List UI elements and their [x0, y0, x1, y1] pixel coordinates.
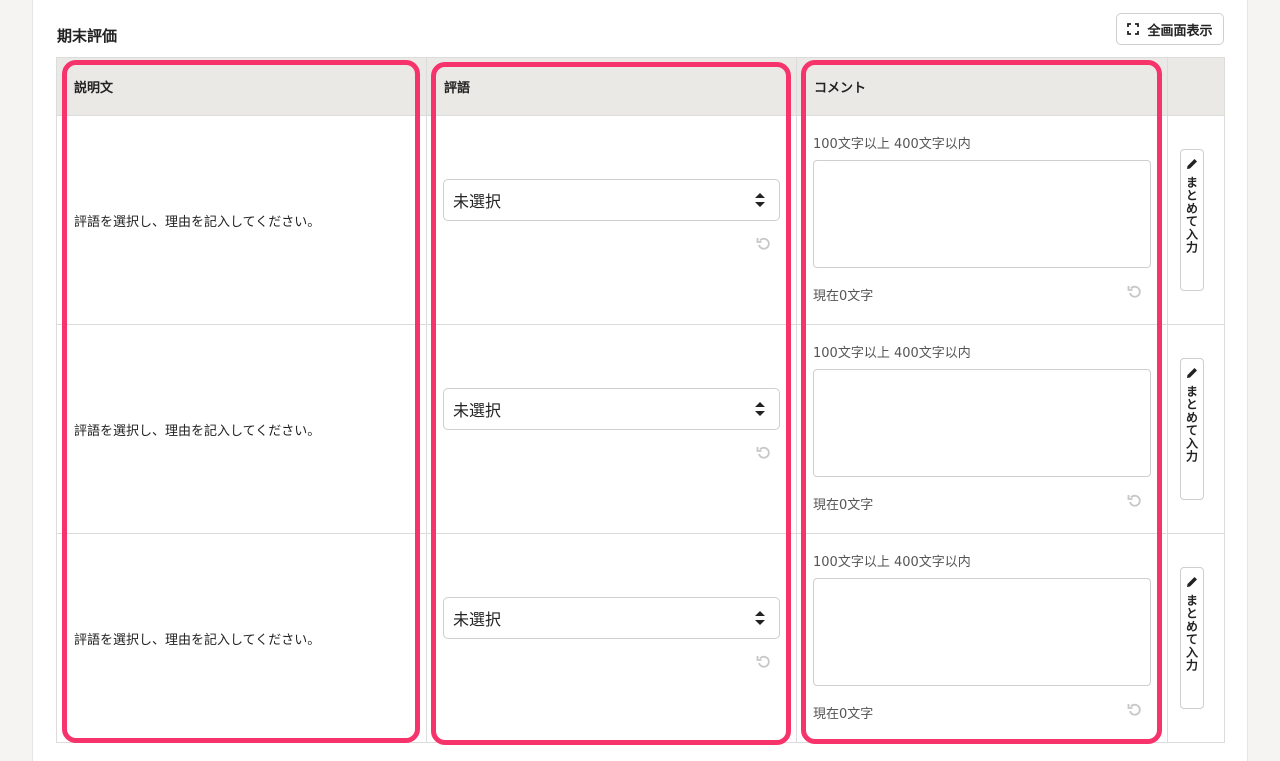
comment-count-text: 現在0文字: [813, 707, 874, 722]
header-action: [1167, 57, 1225, 116]
description-text: 評語を選択し、理由を記入してください。: [74, 214, 321, 230]
sort-arrows-icon: [755, 193, 765, 207]
description-text: 評語を選択し、理由を記入してください。: [74, 423, 321, 439]
grade-select[interactable]: 未選択: [443, 388, 780, 430]
table-header-row: 説明文 評語 コメント: [56, 57, 1225, 116]
comment-cell: 100文字以上 400文字以内 現在0文字: [796, 533, 1168, 743]
table-row: 評語を選択し、理由を記入してください。 未選択 100文字以上 400文字以内 …: [56, 115, 1225, 325]
comment-textarea[interactable]: [813, 160, 1151, 268]
header-description: 説明文: [56, 57, 427, 116]
comment-limit-text: 100文字以上 400文字以内: [813, 555, 971, 570]
section-title: 期末評価: [57, 27, 118, 45]
header-comment: コメント: [796, 57, 1168, 116]
grade-cell: 未選択: [426, 533, 797, 743]
description-cell: 評語を選択し、理由を記入してください。: [56, 324, 427, 534]
undo-icon[interactable]: [756, 236, 772, 252]
comment-textarea[interactable]: [813, 369, 1151, 477]
comment-textarea[interactable]: [813, 578, 1151, 686]
comment-cell: 100文字以上 400文字以内 現在0文字: [796, 324, 1168, 534]
undo-icon[interactable]: [756, 654, 772, 670]
description-cell: 評語を選択し、理由を記入してください。: [56, 115, 427, 325]
grade-select-value: 未選択: [453, 610, 502, 629]
comment-count-text: 現在0文字: [813, 289, 874, 304]
comment-cell: 100文字以上 400文字以内 現在0文字: [796, 115, 1168, 325]
description-cell: 評語を選択し、理由を記入してください。: [56, 533, 427, 743]
bulk-input-button[interactable]: まとめて入力: [1180, 358, 1204, 500]
comment-limit-text: 100文字以上 400文字以内: [813, 346, 971, 361]
comment-limit-text: 100文字以上 400文字以内: [813, 137, 971, 152]
grade-cell: 未選択: [426, 324, 797, 534]
bulk-input-button[interactable]: まとめて入力: [1180, 567, 1204, 709]
undo-icon[interactable]: [1127, 284, 1143, 300]
bulk-input-button[interactable]: まとめて入力: [1180, 149, 1204, 291]
bulk-input-label: まとめて入力: [1184, 385, 1199, 463]
header-grade: 評語: [426, 57, 797, 116]
description-text: 評語を選択し、理由を記入してください。: [74, 632, 321, 648]
action-cell: まとめて入力: [1167, 324, 1225, 534]
sort-arrows-icon: [755, 402, 765, 416]
action-cell: まとめて入力: [1167, 533, 1225, 743]
undo-icon[interactable]: [756, 445, 772, 461]
grade-select-value: 未選択: [453, 192, 502, 211]
fullscreen-label: 全画面表示: [1147, 23, 1213, 39]
table-row: 評語を選択し、理由を記入してください。 未選択 100文字以上 400文字以内 …: [56, 533, 1225, 743]
grade-select[interactable]: 未選択: [443, 179, 780, 221]
bulk-input-label: まとめて入力: [1184, 176, 1199, 254]
evaluation-table: 説明文 評語 コメント 評語を選択し、理由を記入してください。 未選択 100文…: [56, 57, 1225, 743]
grade-cell: 未選択: [426, 115, 797, 325]
grade-select-value: 未選択: [453, 401, 502, 420]
comment-count-text: 現在0文字: [813, 498, 874, 513]
pencil-icon: [1187, 159, 1197, 169]
pencil-icon: [1187, 577, 1197, 587]
bulk-input-label: まとめて入力: [1184, 594, 1199, 672]
expand-corners-icon: [1127, 23, 1140, 35]
undo-icon[interactable]: [1127, 493, 1143, 509]
sort-arrows-icon: [755, 611, 765, 625]
fullscreen-button[interactable]: 全画面表示: [1116, 13, 1224, 45]
pencil-icon: [1187, 368, 1197, 378]
action-cell: まとめて入力: [1167, 115, 1225, 325]
table-row: 評語を選択し、理由を記入してください。 未選択 100文字以上 400文字以内 …: [56, 324, 1225, 534]
grade-select[interactable]: 未選択: [443, 597, 780, 639]
undo-icon[interactable]: [1127, 702, 1143, 718]
